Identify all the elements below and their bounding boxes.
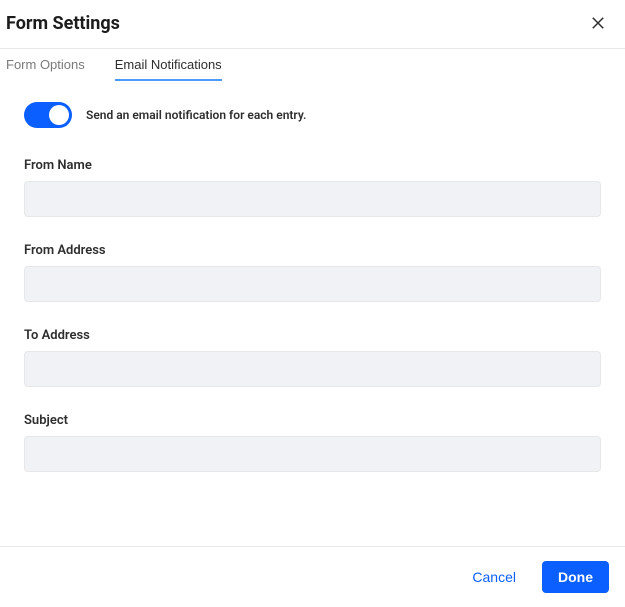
to-address-input[interactable] (24, 351, 601, 387)
modal-header: Form Settings (0, 0, 625, 49)
notification-toggle[interactable] (24, 102, 72, 128)
subject-input[interactable] (24, 436, 601, 472)
done-button[interactable]: Done (542, 561, 609, 593)
to-address-group: To Address (24, 328, 601, 387)
from-address-input[interactable] (24, 266, 601, 302)
close-icon (589, 14, 607, 32)
tab-bar: Form Options Email Notifications (0, 49, 625, 80)
from-address-label: From Address (24, 243, 601, 258)
to-address-label: To Address (24, 328, 601, 343)
toggle-knob (49, 105, 69, 125)
from-name-label: From Name (24, 158, 601, 173)
tab-email-notifications[interactable]: Email Notifications (115, 49, 222, 80)
tab-form-options[interactable]: Form Options (6, 49, 85, 80)
close-button[interactable] (585, 10, 611, 36)
from-address-group: From Address (24, 243, 601, 302)
notification-toggle-label: Send an email notification for each entr… (86, 108, 306, 122)
cancel-button[interactable]: Cancel (464, 563, 524, 591)
modal-footer: Cancel Done (0, 546, 625, 607)
subject-group: Subject (24, 413, 601, 472)
from-name-group: From Name (24, 158, 601, 217)
notification-toggle-row: Send an email notification for each entr… (24, 102, 601, 128)
modal-title: Form Settings (6, 13, 120, 34)
modal-content: Send an email notification for each entr… (0, 80, 625, 546)
from-name-input[interactable] (24, 181, 601, 217)
subject-label: Subject (24, 413, 601, 428)
